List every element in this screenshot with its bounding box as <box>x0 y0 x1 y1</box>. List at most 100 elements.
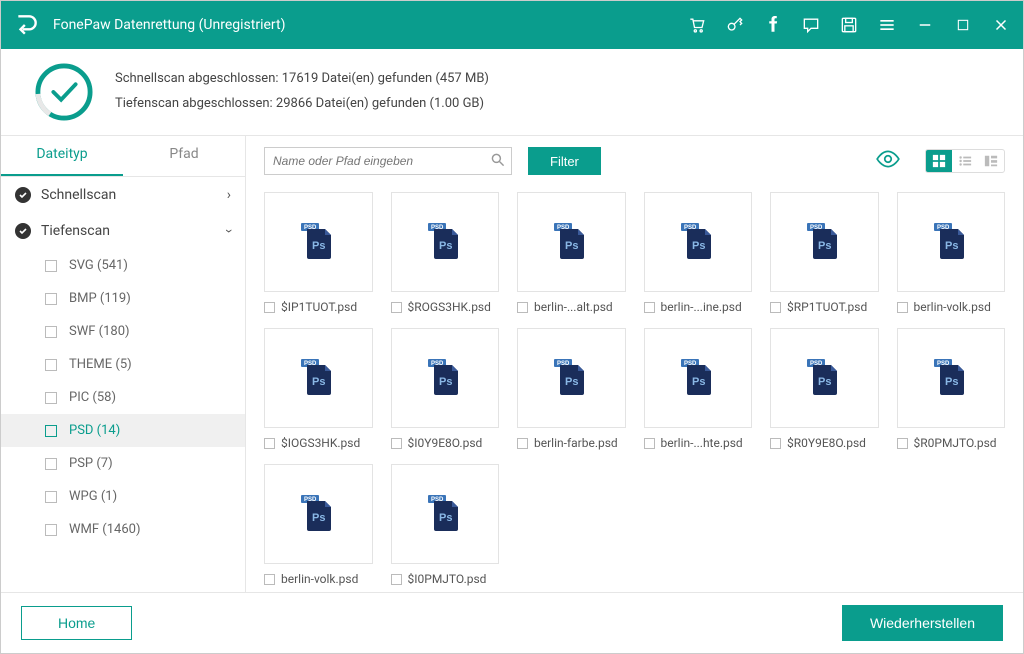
preview-icon[interactable] <box>875 146 901 176</box>
checkbox[interactable] <box>644 438 655 449</box>
file-name: $IOGS3HK.psd <box>281 436 360 450</box>
file-thumbnail[interactable]: PSDPs$R0Y9E8O.psd <box>770 328 879 450</box>
file-thumbnail[interactable]: PSDPsberlin-volk.psd <box>897 192 1006 314</box>
checkbox[interactable] <box>770 302 781 313</box>
menu-icon[interactable] <box>877 15 897 35</box>
grid-view-icon[interactable] <box>926 150 952 172</box>
app-logo-icon <box>13 11 41 39</box>
checkbox[interactable] <box>517 438 528 449</box>
file-thumbnail[interactable]: PSDPs $R0PMJTO.psd <box>897 328 1006 450</box>
scan-complete-icon <box>35 63 93 121</box>
checkbox[interactable] <box>644 302 655 313</box>
file-thumbnail[interactable]: PSDPs$IP1TUOT.psd <box>264 192 373 314</box>
cart-icon[interactable] <box>687 15 707 35</box>
filetype-item[interactable]: PIC (58) <box>45 381 245 414</box>
checkbox[interactable] <box>391 302 402 313</box>
deepscan-label: Tiefenscan <box>41 223 227 239</box>
checkbox[interactable] <box>770 438 781 449</box>
file-thumbnail[interactable]: PSDPs berlin-volk.psd <box>264 464 373 586</box>
filetype-list: SVG (541)BMP (119)SWF (180)THEME (5) PIC … <box>1 249 245 546</box>
filetype-item[interactable]: PSD (14) <box>1 414 245 447</box>
chevron-right-icon: › <box>227 187 231 203</box>
maximize-icon[interactable] <box>953 15 973 35</box>
checkbox[interactable] <box>897 438 908 449</box>
checkbox[interactable] <box>45 260 57 272</box>
recover-button[interactable]: Wiederherstellen <box>842 605 1003 641</box>
checkbox[interactable] <box>897 302 908 313</box>
filetype-item[interactable]: WPG (1) <box>45 480 245 513</box>
file-name: $R0PMJTO.psd <box>914 436 997 450</box>
quickscan-row[interactable]: Schnellscan › <box>1 177 245 213</box>
checkbox[interactable] <box>264 574 275 585</box>
file-grid: PSDPs$IP1TUOT.psdPSDPs$ROGS3HK.psdPSDPsb… <box>246 186 1023 592</box>
psd-file-icon: PSDPs <box>897 192 1006 292</box>
checkbox[interactable] <box>45 392 57 404</box>
svg-text:Ps: Ps <box>312 376 325 388</box>
file-thumbnail[interactable]: PSDPs$ROGS3HK.psd <box>391 192 500 314</box>
file-thumbnail[interactable]: PSDPs$IOGS3HK.psd <box>264 328 373 450</box>
checkbox[interactable] <box>517 302 528 313</box>
svg-text:Ps: Ps <box>312 240 325 252</box>
tab-filetype[interactable]: Dateityp <box>1 136 123 176</box>
home-button[interactable]: Home <box>21 606 132 640</box>
tab-path[interactable]: Pfad <box>123 136 245 176</box>
file-name: berlin-volk.psd <box>281 572 358 586</box>
file-thumbnail[interactable]: PSDPs$RP1TUOT.psd <box>770 192 879 314</box>
scan-tree: Schnellscan › Tiefenscan › SVG (541)BMP … <box>1 177 245 592</box>
app-window: FonePaw Datenrettung (Unregistriert) Sch… <box>0 0 1024 654</box>
filetype-item[interactable]: THEME (5) <box>45 348 245 381</box>
file-name: $I0PMJTO.psd <box>408 572 487 586</box>
facebook-icon[interactable] <box>763 15 783 35</box>
checkbox[interactable] <box>45 425 57 437</box>
file-thumbnail[interactable]: PSDPs$I0Y9E8O.psd <box>391 328 500 450</box>
list-view-icon[interactable] <box>952 150 978 172</box>
svg-text:Ps: Ps <box>565 240 578 252</box>
file-name: berlin-...hte.psd <box>661 436 743 450</box>
quickscan-label: Schnellscan <box>41 187 227 203</box>
filetype-item[interactable]: BMP (119) <box>45 282 245 315</box>
checkbox[interactable] <box>391 438 402 449</box>
checkbox[interactable] <box>264 438 275 449</box>
filetype-item[interactable]: SVG (541) <box>45 249 245 282</box>
detail-view-icon[interactable] <box>978 150 1004 172</box>
file-thumbnail[interactable]: PSDPsberlin-...alt.psd <box>517 192 626 314</box>
psd-file-icon: PSDPs <box>897 328 1006 428</box>
search-input[interactable] <box>264 147 512 175</box>
filetype-label: PIC (58) <box>69 390 116 405</box>
file-thumbnail[interactable]: PSDPsberlin-...ine.psd <box>644 192 753 314</box>
titlebar: FonePaw Datenrettung (Unregistriert) <box>1 1 1023 49</box>
checkbox[interactable] <box>391 574 402 585</box>
file-thumbnail[interactable]: PSDPs$I0PMJTO.psd <box>391 464 500 586</box>
checkbox[interactable] <box>264 302 275 313</box>
checkbox[interactable] <box>45 359 57 371</box>
filetype-item[interactable]: PSP (7) <box>45 447 245 480</box>
file-thumbnail[interactable]: PSDPs berlin-...hte.psd <box>644 328 753 450</box>
checkbox[interactable] <box>45 491 57 503</box>
chevron-down-icon: › <box>221 229 237 233</box>
close-icon[interactable] <box>991 15 1011 35</box>
deepscan-row[interactable]: Tiefenscan › <box>1 213 245 249</box>
file-name: berlin-...ine.psd <box>661 300 742 314</box>
psd-file-icon: PSDPs <box>264 464 373 564</box>
checkbox[interactable] <box>45 326 57 338</box>
feedback-icon[interactable] <box>801 15 821 35</box>
checkbox[interactable] <box>45 458 57 470</box>
key-icon[interactable] <box>725 15 745 35</box>
save-icon[interactable] <box>839 15 859 35</box>
filetype-item[interactable]: WMF (1460) <box>45 513 245 546</box>
filetype-label: WMF (1460) <box>69 522 141 537</box>
minimize-icon[interactable] <box>915 15 935 35</box>
search-icon[interactable] <box>490 152 506 172</box>
toolbar: Filter <box>246 136 1023 186</box>
file-name: $RP1TUOT.psd <box>787 300 867 314</box>
psd-file-icon: PSDPs <box>770 328 879 428</box>
content-area: Filter PSDPs$IP1TUOT.psdPSDPs$ROGS3HK.ps… <box>246 136 1023 592</box>
file-name: $I0Y9E8O.psd <box>408 436 483 450</box>
filetype-item[interactable]: SWF (180) <box>45 315 245 348</box>
file-thumbnail[interactable]: PSDPsberlin-farbe.psd <box>517 328 626 450</box>
sidebar-tabs: Dateityp Pfad <box>1 136 245 177</box>
checkbox[interactable] <box>45 524 57 536</box>
psd-file-icon: PSDPs <box>644 328 753 428</box>
checkbox[interactable] <box>45 293 57 305</box>
filter-button[interactable]: Filter <box>528 147 601 175</box>
